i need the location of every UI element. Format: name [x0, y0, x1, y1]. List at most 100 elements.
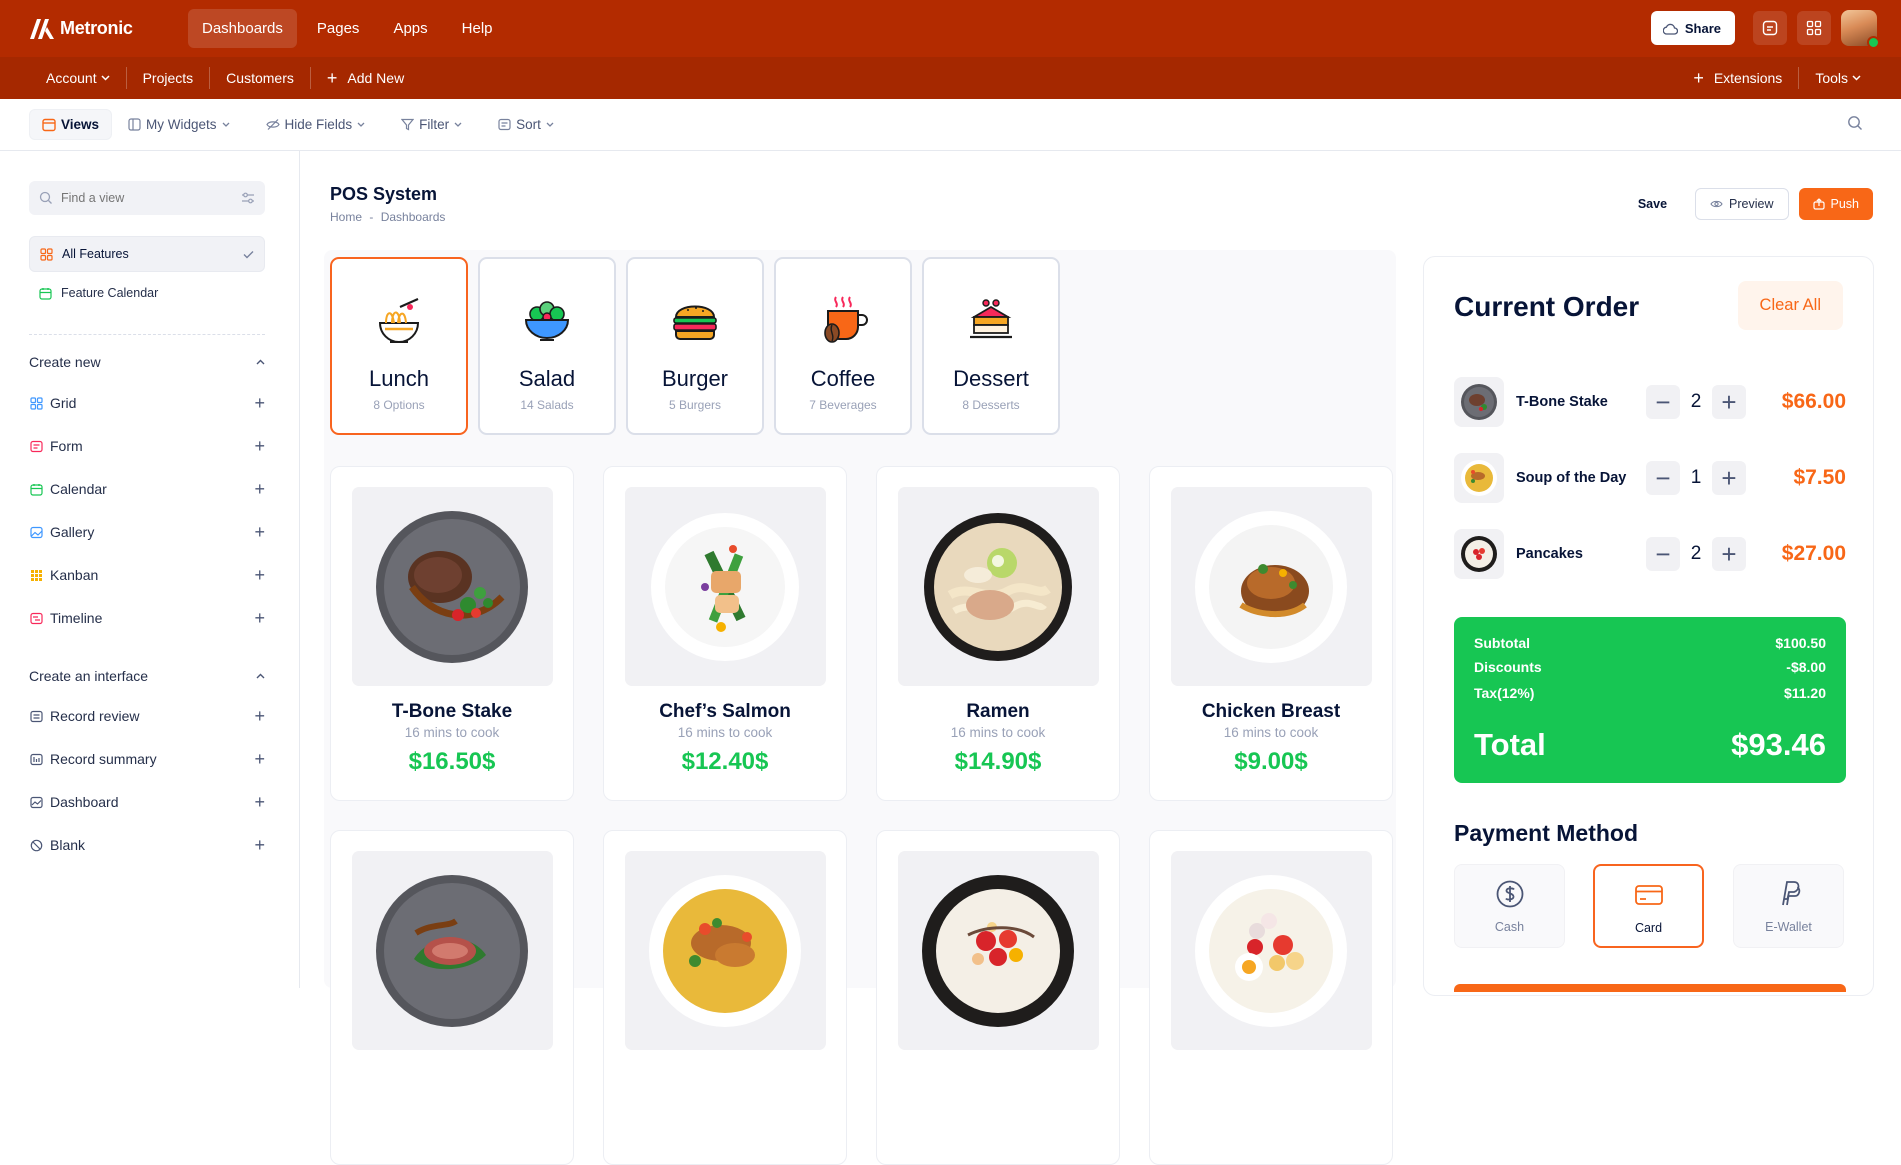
hide-fields-button[interactable]: Hide Fields [254, 109, 378, 140]
payment-card[interactable]: Card [1593, 864, 1704, 948]
nav-dashboards[interactable]: Dashboards [188, 9, 297, 48]
preview-label: Preview [1729, 197, 1774, 211]
metronic-logo-icon [30, 18, 54, 39]
subnav-add-new[interactable]: + Add New [311, 67, 420, 89]
toolbar-search-button[interactable] [1847, 115, 1863, 134]
breadcrumb-home[interactable]: Home [330, 210, 362, 224]
nav-pages[interactable]: Pages [303, 9, 374, 48]
discounts-label: Discounts [1474, 659, 1542, 675]
place-order-button[interactable] [1454, 984, 1846, 992]
feature-calendar-item[interactable]: Feature Calendar [39, 286, 158, 300]
category-count: 14 Salads [520, 398, 574, 412]
subnav-extensions[interactable]: + Extensions [1677, 67, 1800, 89]
food-image [1171, 851, 1372, 1050]
category-coffee[interactable]: Coffee 7 Beverages [774, 257, 912, 435]
food-card[interactable]: Chicken Breast 16 mins to cook $9.00$ [1149, 466, 1393, 801]
food-card[interactable] [330, 830, 574, 1165]
create-new-section[interactable]: Create new [29, 354, 265, 370]
food-name: T-Bone Stake [391, 701, 513, 722]
food-image [625, 851, 826, 1050]
apps-button[interactable] [1797, 11, 1831, 45]
user-avatar[interactable] [1841, 10, 1880, 49]
decrease-quantity-button[interactable]: − [1646, 537, 1680, 571]
create-calendar[interactable]: Calendar + [29, 480, 265, 498]
interface-blank[interactable]: Blank + [29, 836, 265, 854]
payment-cash[interactable]: Cash [1454, 864, 1565, 948]
app-name: Metronic [60, 18, 133, 38]
subnav-tools[interactable]: Tools [1799, 67, 1877, 89]
nav-apps[interactable]: Apps [379, 9, 441, 48]
sort-button[interactable]: Sort [486, 109, 566, 140]
plus-icon[interactable]: + [254, 793, 265, 811]
increase-quantity-button[interactable]: + [1712, 385, 1746, 419]
food-card[interactable] [876, 830, 1120, 1165]
nav-help[interactable]: Help [448, 9, 507, 48]
record-summary-label: Record summary [50, 751, 157, 767]
filter-button[interactable]: Filter [389, 109, 474, 140]
create-kanban[interactable]: Kanban + [29, 566, 265, 584]
chat-button[interactable] [1753, 11, 1787, 45]
decrease-quantity-button[interactable]: − [1646, 385, 1680, 419]
increase-quantity-button[interactable]: + [1712, 461, 1746, 495]
gallery-icon [29, 525, 43, 539]
plus-icon[interactable]: + [254, 523, 265, 541]
find-view-input[interactable] [61, 191, 221, 205]
category-burger[interactable]: Burger 5 Burgers [626, 257, 764, 435]
chevron-down-icon [546, 122, 554, 127]
views-icon [42, 118, 56, 131]
interface-dashboard[interactable]: Dashboard + [29, 793, 265, 811]
push-label: Push [1830, 197, 1860, 211]
save-button[interactable]: Save [1620, 188, 1685, 220]
create-gallery[interactable]: Gallery + [29, 523, 265, 541]
create-grid[interactable]: Grid + [29, 394, 265, 412]
category-dessert[interactable]: Dessert 8 Desserts [922, 257, 1060, 435]
plus-icon[interactable]: + [254, 707, 265, 725]
filter-settings-icon[interactable] [241, 192, 255, 204]
share-button[interactable]: Share [1650, 11, 1735, 45]
create-interface-section[interactable]: Create an interface [29, 668, 265, 684]
subnav-customers[interactable]: Customers [210, 67, 311, 89]
chevron-up-icon [256, 359, 265, 365]
push-button[interactable]: Push [1798, 188, 1873, 220]
grid-icon [1806, 20, 1822, 36]
chevron-down-icon [357, 122, 365, 127]
food-card[interactable]: T-Bone Stake 16 mins to cook $16.50$ [330, 466, 574, 801]
food-card[interactable] [603, 830, 847, 1165]
food-name: Chicken Breast [1201, 701, 1341, 722]
subtotal-value: $100.50 [1775, 635, 1826, 651]
interface-record-review[interactable]: Record review + [29, 707, 265, 725]
payment-e-wallet[interactable]: E-Wallet [1733, 864, 1844, 948]
subnav-projects[interactable]: Projects [127, 67, 211, 89]
all-features-item[interactable]: All Features [29, 236, 265, 272]
category-lunch[interactable]: Lunch 8 Options [330, 257, 468, 435]
subnav-account[interactable]: Account [30, 67, 127, 89]
food-cook-time: 16 mins to cook [677, 725, 773, 740]
views-button[interactable]: Views [29, 109, 113, 140]
interface-record-summary[interactable]: Record summary + [29, 750, 265, 768]
clear-all-button[interactable]: Clear All [1737, 281, 1843, 330]
plus-icon[interactable]: + [254, 566, 265, 584]
order-item-image [1454, 377, 1504, 427]
plus-icon[interactable]: + [254, 437, 265, 455]
increase-quantity-button[interactable]: + [1712, 537, 1746, 571]
plus-icon[interactable]: + [254, 609, 265, 627]
plus-icon[interactable]: + [254, 836, 265, 854]
my-widgets-button[interactable]: My Widgets [116, 109, 242, 140]
decrease-quantity-button[interactable]: − [1646, 461, 1680, 495]
find-view-search[interactable] [29, 181, 265, 215]
plus-icon[interactable]: + [254, 480, 265, 498]
order-item-price: $66.00 [1781, 390, 1846, 413]
food-card[interactable] [1149, 830, 1393, 1165]
preview-button[interactable]: Preview [1695, 188, 1789, 220]
food-card[interactable]: Chef’s Salmon 16 mins to cook $12.40$ [603, 466, 847, 801]
upload-icon [1812, 198, 1825, 210]
food-card[interactable]: Ramen 16 mins to cook $14.90$ [876, 466, 1120, 801]
order-item-image [1454, 529, 1504, 579]
create-form[interactable]: Form + [29, 437, 265, 455]
plus-icon[interactable]: + [254, 394, 265, 412]
category-count: 8 Options [373, 398, 425, 412]
app-logo[interactable]: Metronic [30, 18, 188, 39]
category-salad[interactable]: Salad 14 Salads [478, 257, 616, 435]
create-timeline[interactable]: Timeline + [29, 609, 265, 627]
plus-icon[interactable]: + [254, 750, 265, 768]
